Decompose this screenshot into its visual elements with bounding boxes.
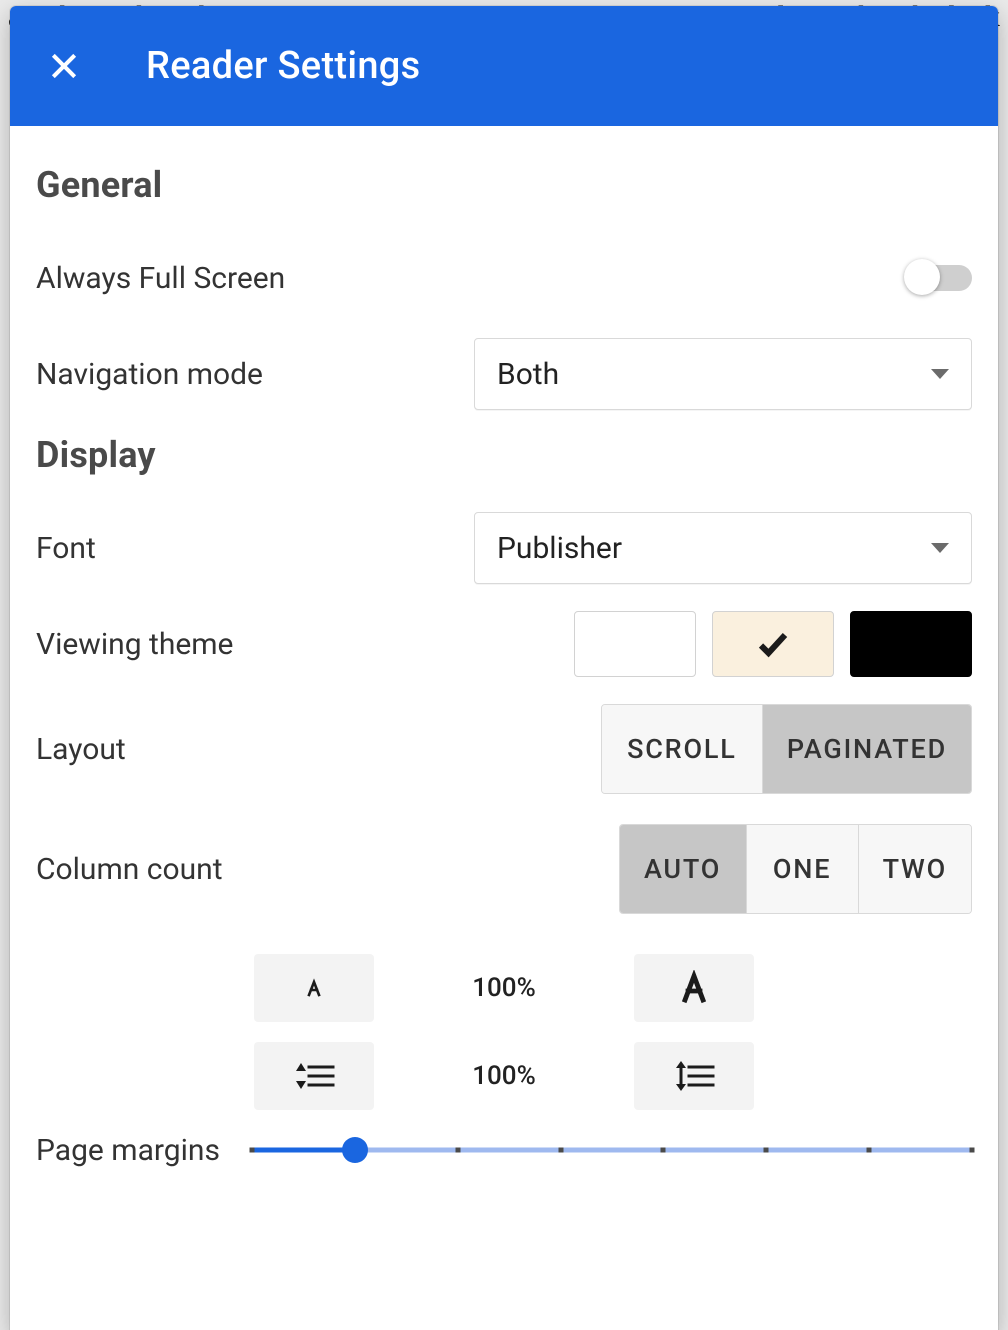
layout-option-scroll[interactable]: SCROLL: [602, 705, 762, 793]
font-size-value: 100%: [454, 973, 554, 1003]
label-always-fullscreen: Always Full Screen: [36, 261, 285, 296]
slider-tick: [764, 1148, 769, 1153]
theme-light[interactable]: [574, 611, 696, 677]
select-font-value: Publisher: [497, 531, 622, 566]
slider-thumb[interactable]: [342, 1137, 368, 1163]
label-viewing-theme: Viewing theme: [36, 627, 233, 662]
dialog-title: Reader Settings: [146, 44, 421, 88]
toggle-always-fullscreen[interactable]: [908, 265, 972, 291]
label-column-count: Column count: [36, 852, 223, 887]
label-navigation-mode: Navigation mode: [36, 357, 263, 392]
section-title-general: General: [36, 164, 972, 206]
row-page-margins: Page margins: [36, 1130, 972, 1170]
line-height-value: 100%: [454, 1061, 554, 1091]
row-font: Font Publisher: [36, 512, 972, 584]
row-always-fullscreen: Always Full Screen: [36, 242, 972, 314]
text-small-icon: [302, 976, 326, 1000]
layout-option-paginated[interactable]: PAGINATED: [762, 705, 971, 793]
line-height-decrease-button[interactable]: [254, 1042, 374, 1110]
select-navigation-mode[interactable]: Both: [474, 338, 972, 410]
slider-tick: [970, 1148, 975, 1153]
section-title-display: Display: [36, 434, 972, 476]
line-height-increase-icon: [673, 1059, 715, 1093]
check-icon: [755, 626, 791, 662]
row-font-size: 100%: [36, 954, 972, 1022]
column-option-two[interactable]: TWO: [858, 825, 971, 913]
close-button[interactable]: [40, 42, 88, 90]
text-large-icon: [676, 970, 712, 1006]
line-height-increase-button[interactable]: [634, 1042, 754, 1110]
label-font: Font: [36, 531, 96, 566]
row-navigation-mode: Navigation mode Both: [36, 338, 972, 410]
slider-tick: [249, 1148, 254, 1153]
slider-tick: [661, 1148, 666, 1153]
select-navigation-mode-value: Both: [497, 357, 559, 392]
theme-sepia[interactable]: [712, 611, 834, 677]
row-line-height: 100%: [36, 1042, 972, 1110]
row-viewing-theme: Viewing theme: [36, 608, 972, 680]
label-layout: Layout: [36, 732, 126, 767]
column-option-one[interactable]: ONE: [746, 825, 858, 913]
close-icon: [48, 50, 80, 82]
select-font[interactable]: Publisher: [474, 512, 972, 584]
theme-swatch-group: [574, 611, 972, 677]
column-count-segmented-control: AUTO ONE TWO: [619, 824, 972, 914]
chevron-down-icon: [931, 543, 949, 553]
page-margins-slider[interactable]: [252, 1130, 972, 1170]
row-column-count: Column count AUTO ONE TWO: [36, 824, 972, 914]
slider-tick: [455, 1148, 460, 1153]
row-layout: Layout SCROLL PAGINATED: [36, 704, 972, 794]
slider-fill: [252, 1148, 355, 1153]
reader-settings-dialog: Reader Settings General Always Full Scre…: [10, 6, 998, 1330]
chevron-down-icon: [931, 369, 949, 379]
font-size-increase-button[interactable]: [634, 954, 754, 1022]
font-size-decrease-button[interactable]: [254, 954, 374, 1022]
theme-dark[interactable]: [850, 611, 972, 677]
layout-segmented-control: SCROLL PAGINATED: [601, 704, 972, 794]
label-page-margins: Page margins: [36, 1133, 220, 1168]
column-option-auto[interactable]: AUTO: [620, 825, 746, 913]
dialog-header: Reader Settings: [10, 6, 998, 126]
line-height-decrease-icon: [293, 1059, 335, 1093]
slider-tick: [558, 1148, 563, 1153]
slider-tick: [867, 1148, 872, 1153]
dialog-body: General Always Full Screen Navigation mo…: [10, 126, 998, 1330]
